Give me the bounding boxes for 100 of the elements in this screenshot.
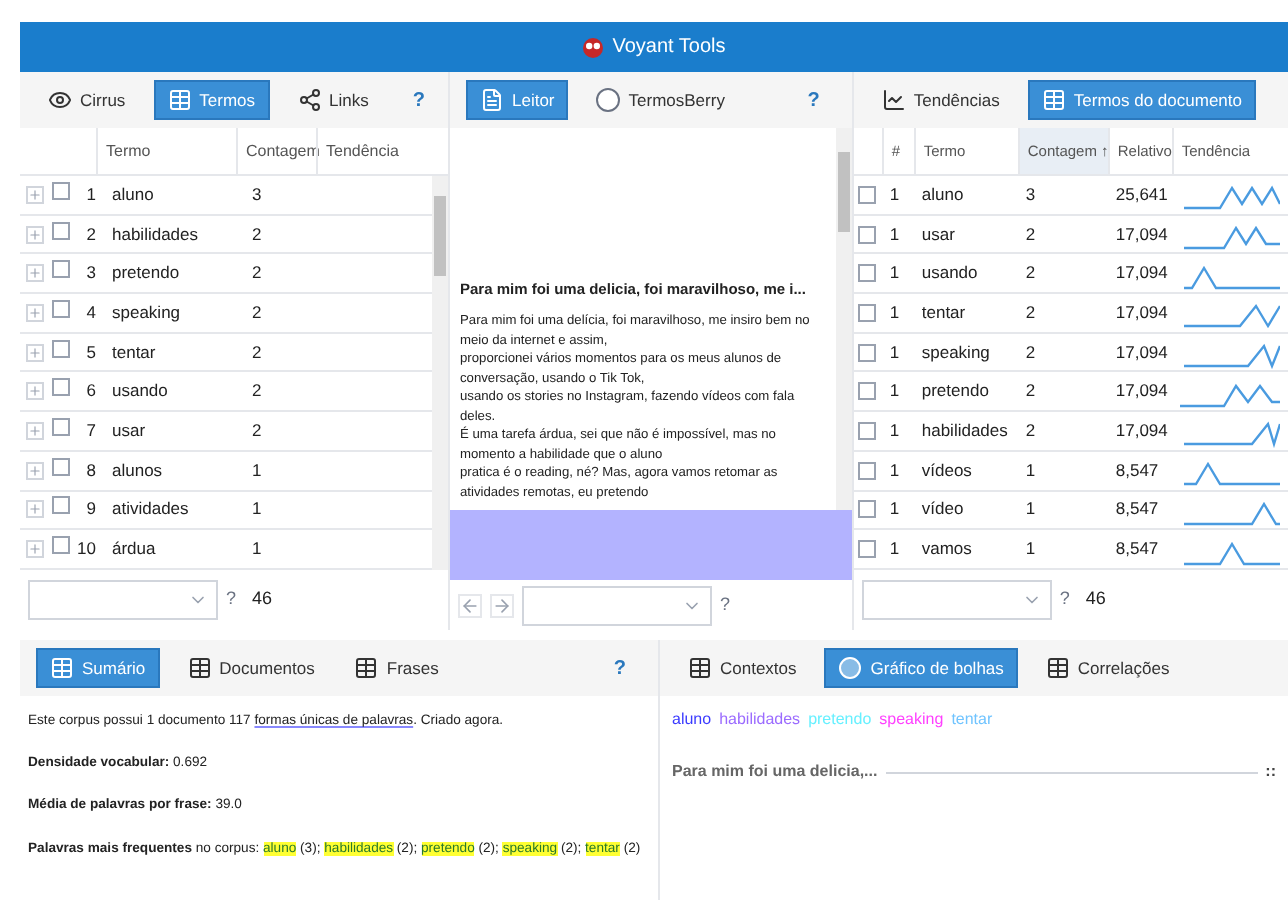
row-checkbox[interactable]: [858, 540, 877, 559]
column-header[interactable]: Tendência: [316, 128, 448, 174]
relative-cell-text: 17,094: [1113, 221, 1170, 247]
row-number: 9: [84, 496, 98, 523]
tab[interactable]: Frases: [342, 648, 451, 688]
row-checkbox[interactable]: [52, 457, 70, 476]
term-legend-item[interactable]: aluno: [672, 708, 712, 732]
row-checkbox[interactable]: [858, 500, 877, 519]
count-cell-text: 2: [250, 221, 264, 247]
term-cell-text: habilidades: [110, 221, 201, 247]
relative-cell-text: 8,547: [1113, 457, 1161, 484]
expand-icon[interactable]: [26, 421, 44, 440]
row-number: 7: [84, 418, 98, 444]
row-number: 5: [84, 339, 98, 365]
count-cell-text: 1: [1023, 536, 1038, 562]
term-cell-text: alunos: [110, 457, 165, 484]
term-cell-text: usando: [919, 260, 980, 287]
expand-icon[interactable]: [26, 303, 44, 322]
term-cell-text: atividades: [110, 496, 191, 523]
row-checkbox[interactable]: [52, 418, 70, 437]
row-checkbox[interactable]: [858, 225, 877, 244]
help-link[interactable]: ?: [412, 85, 425, 115]
row-checkbox[interactable]: [858, 185, 877, 204]
row-checkbox[interactable]: [52, 339, 70, 358]
tab[interactable]: Tendências: [869, 80, 1012, 120]
row-checkbox[interactable]: [52, 221, 70, 240]
term-cell-text: vídeos: [919, 457, 974, 484]
total-count: 46: [1085, 586, 1106, 613]
count-cell-text: 2: [250, 418, 264, 444]
search-field[interactable]: [28, 580, 218, 620]
count-cell-text: 2: [1023, 221, 1038, 247]
tab[interactable]: Links: [285, 80, 381, 120]
row-number: 6: [84, 378, 98, 405]
tab[interactable]: Cirrus: [36, 80, 138, 120]
table-icon: [50, 656, 74, 680]
row-checkbox[interactable]: [858, 382, 877, 401]
row-checkbox[interactable]: [52, 536, 70, 555]
relative-cell-text: 17,094: [1113, 378, 1170, 405]
document-label: Para mim foi uma delicia,...: [672, 760, 878, 784]
row-checkbox[interactable]: [52, 300, 70, 319]
help-link[interactable]: ?: [226, 586, 237, 614]
row-number: 1: [887, 378, 902, 405]
expand-icon[interactable]: [26, 540, 44, 559]
row-checkbox[interactable]: [858, 264, 877, 283]
count-cell-text: 1: [1023, 457, 1038, 484]
row-checkbox[interactable]: [52, 181, 70, 200]
expand-icon[interactable]: [26, 225, 44, 244]
count-cell-text: 2: [250, 300, 264, 326]
scrollbar[interactable]: [432, 176, 448, 570]
row-number: 8: [84, 457, 98, 484]
row-number: 1: [887, 260, 902, 287]
row-checkbox[interactable]: [858, 461, 877, 480]
line-chart-icon: [881, 88, 906, 112]
expand-icon[interactable]: [26, 461, 44, 480]
count-cell-text: 2: [1023, 378, 1038, 405]
relative-cell-text: 25,641: [1113, 181, 1170, 208]
count-cell-text: 2: [250, 260, 264, 287]
search-field[interactable]: [861, 580, 1052, 620]
table-icon: [167, 88, 192, 112]
drag-handle[interactable]: ::: [1265, 760, 1276, 784]
relative-cell-text: 8,547: [1113, 536, 1161, 562]
tab[interactable]: Correlações: [1033, 648, 1182, 688]
expand-icon[interactable]: [26, 185, 44, 204]
relative-cell-text: 17,094: [1113, 260, 1170, 287]
table-icon: [1041, 88, 1066, 112]
term-cell-text: vídeo: [919, 496, 966, 523]
help-link[interactable]: ?: [807, 85, 820, 115]
relative-cell-text: 17,094: [1113, 339, 1170, 365]
scrollbar[interactable]: [835, 128, 852, 510]
bubble-icon: [838, 656, 863, 680]
help-link[interactable]: ?: [1059, 586, 1070, 614]
term-cell-text: tentar: [110, 339, 158, 365]
search-field[interactable]: [522, 585, 712, 625]
column-header[interactable]: Contagem: [236, 128, 316, 174]
expand-icon[interactable]: [26, 264, 44, 283]
row-checkbox[interactable]: [52, 260, 70, 279]
count-cell-text: 2: [1023, 339, 1038, 365]
count-cell-text: 1: [1023, 496, 1038, 523]
tab[interactable]: Contextos: [676, 648, 809, 688]
row-checkbox[interactable]: [52, 378, 70, 397]
row-number: 3: [84, 260, 98, 287]
row-number: 1: [84, 181, 98, 208]
row-number: 1: [887, 418, 902, 444]
expand-icon[interactable]: [26, 343, 44, 362]
term-cell-text: usar: [919, 221, 957, 247]
row-checkbox[interactable]: [858, 343, 877, 362]
tab[interactable]: Documentos: [175, 648, 327, 688]
term-cell-text: usar: [110, 418, 148, 444]
expand-icon[interactable]: [26, 500, 44, 519]
table-icon: [354, 656, 379, 680]
row-checkbox[interactable]: [52, 496, 70, 515]
term-legend-item[interactable]: habilidades: [719, 708, 801, 732]
row-checkbox[interactable]: [858, 303, 877, 322]
expand-icon[interactable]: [26, 382, 44, 401]
term-cell-text: tentar: [919, 300, 968, 326]
help-link[interactable]: ?: [720, 591, 731, 619]
column-header[interactable]: Termo: [96, 128, 236, 174]
help-link[interactable]: ?: [613, 653, 626, 683]
row-checkbox[interactable]: [858, 421, 877, 440]
tab[interactable]: TermosBerry: [584, 80, 737, 120]
